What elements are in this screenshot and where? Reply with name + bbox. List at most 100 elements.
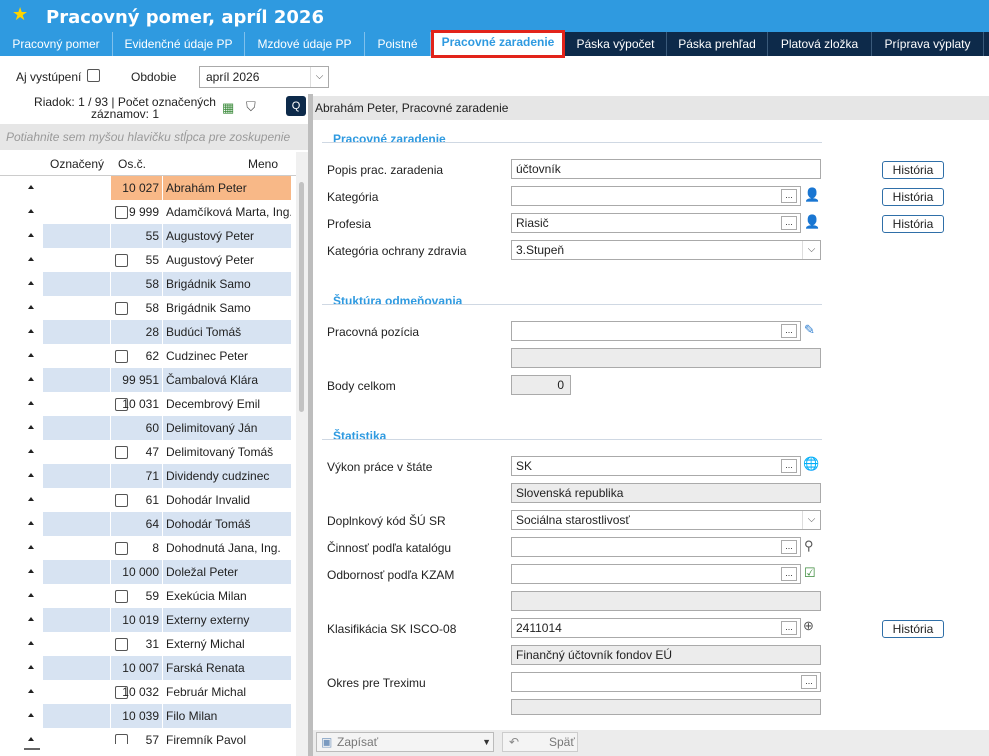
row-indicator-icon xyxy=(28,329,34,333)
grid-scrollbar[interactable] xyxy=(296,152,308,756)
table-row[interactable]: 59 Exekúcia Milan xyxy=(0,584,296,608)
cinnost-browse-button[interactable]: ... xyxy=(781,540,797,554)
vykon-browse-button[interactable]: ... xyxy=(781,459,797,473)
dropdown-arrow-icon[interactable]: ▼ xyxy=(482,733,491,751)
kategoria-browse-button[interactable]: ... xyxy=(781,189,797,203)
okres-input[interactable]: ... xyxy=(511,672,821,692)
binoculars-icon[interactable]: ⚲ xyxy=(804,538,814,554)
filter-icon[interactable]: ⛉ xyxy=(246,99,256,115)
table-row[interactable]: 8 Dohodnutá Jana, Ing. xyxy=(0,536,296,560)
table-row[interactable]: 61 Dohodár Invalid xyxy=(0,488,296,512)
table-row[interactable]: 9 999 Adamčíková Marta, Ing. xyxy=(0,200,296,224)
globe-add-icon[interactable]: ⊕ xyxy=(803,618,814,634)
table-row[interactable]: 55 Augustový Peter xyxy=(0,248,296,272)
checklist-icon[interactable]: ☑ xyxy=(804,565,816,581)
column-header-osc[interactable]: Os.č. xyxy=(118,157,146,171)
table-row[interactable]: 10 007 Farská Renata xyxy=(0,656,296,680)
table-row[interactable]: 55 Augustový Peter xyxy=(0,224,296,248)
odbornost-browse-button[interactable]: ... xyxy=(781,567,797,581)
table-row[interactable]: 60 Delimitovaný Ján xyxy=(0,416,296,440)
pozicia-browse-button[interactable]: ... xyxy=(781,324,797,338)
globe-icon[interactable]: 🌐 xyxy=(803,456,819,472)
table-row[interactable]: 28 Budúci Tomáš xyxy=(0,320,296,344)
table-row[interactable]: 62 Cudzinec Peter xyxy=(0,344,296,368)
cell-meno: Delimitovaný Ján xyxy=(163,416,291,440)
aj-vystupeni-checkbox[interactable] xyxy=(87,69,100,82)
table-row[interactable]: 10 031 Decembrový Emil xyxy=(0,392,296,416)
profesia-browse-button[interactable]: ... xyxy=(781,216,797,230)
history-button-isco[interactable]: História xyxy=(882,620,944,638)
table-row[interactable]: 31 Externý Michal xyxy=(0,632,296,656)
table-row[interactable]: 10 000 Doležal Peter xyxy=(0,560,296,584)
cell-meno: Brigádnik Samo xyxy=(166,301,251,315)
search-record-icon[interactable]: Q xyxy=(286,96,306,116)
person-add-icon[interactable]: 👤 xyxy=(804,187,820,203)
detail-header: Abrahám Peter, Pracovné zaradenie xyxy=(313,96,989,120)
edit-list-icon[interactable]: ✎ xyxy=(804,322,815,338)
column-header-oznaceny[interactable]: Označený xyxy=(50,157,104,171)
odbornost-input[interactable]: ... xyxy=(511,564,801,584)
group-by-hint[interactable]: Potiahnite sem myšou hlavičku stĺpca pre… xyxy=(0,124,308,150)
history-button-popis[interactable]: História xyxy=(882,161,944,179)
tab-evidencne-udaje[interactable]: Evidenčné údaje PP xyxy=(113,32,245,56)
table-row[interactable]: 47 Delimitovaný Tomáš xyxy=(0,440,296,464)
pozicia-label: Pracovná pozícia xyxy=(327,325,420,339)
cell-meno: Augustový Peter xyxy=(166,253,255,267)
tab-poistne[interactable]: Poistné xyxy=(365,32,431,56)
tab-pracovny-pomer[interactable]: Pracovný pomer xyxy=(0,32,113,56)
kategoria-input[interactable]: ... xyxy=(511,186,801,206)
cell-oznaceny xyxy=(43,488,128,512)
cell-oznaceny xyxy=(43,416,128,440)
row-indicator-icon xyxy=(28,305,34,309)
table-row[interactable]: 10 032 Február Michal xyxy=(0,680,296,704)
doplnkovy-select[interactable]: Sociálna starostlivosť ⌵ xyxy=(511,510,821,530)
table-row[interactable]: 71 Dividendy cudzinec xyxy=(0,464,296,488)
pozicia-description xyxy=(511,348,821,368)
table-row[interactable]: 58 Brigádnik Samo xyxy=(0,296,296,320)
row-indicator-icon xyxy=(28,521,34,525)
scrollbar-thumb[interactable] xyxy=(299,182,304,412)
pozicia-input[interactable]: ... xyxy=(511,321,801,341)
table-row[interactable]: 58 Brigádnik Samo xyxy=(0,272,296,296)
collapse-handle[interactable] xyxy=(24,748,40,750)
save-button[interactable]: ▣ Zapísať ▼ xyxy=(316,732,494,752)
cell-meno: Dohodár Invalid xyxy=(166,493,251,507)
profesia-input[interactable]: Riasič... xyxy=(511,213,801,233)
cell-osc: 10 039 xyxy=(111,704,163,728)
popis-input[interactable]: účtovník xyxy=(511,159,821,179)
okres-browse-button[interactable]: ... xyxy=(801,675,817,689)
tab-priprava-vyplaty[interactable]: Príprava výplaty xyxy=(872,32,984,56)
undo-icon: ↶ xyxy=(509,735,520,749)
vykon-input[interactable]: SK... xyxy=(511,456,801,476)
ochrana-select[interactable]: 3.Stupeň ⌵ xyxy=(511,240,821,260)
table-row[interactable]: 99 951 Čambalová Klára xyxy=(0,368,296,392)
chevron-down-icon[interactable]: ⌵ xyxy=(802,241,820,259)
tab-platova-zlozka[interactable]: Platová zložka xyxy=(768,32,872,56)
table-row[interactable]: 10 019 Externy externy xyxy=(0,608,296,632)
table-row[interactable]: 64 Dohodár Tomáš xyxy=(0,512,296,536)
tab-mzdove-udaje[interactable]: Mzdové údaje PP xyxy=(245,32,365,56)
history-button-profesia[interactable]: História xyxy=(882,215,944,233)
table-row[interactable]: 10 027 Abrahám Peter xyxy=(0,176,296,200)
history-button-kategoria[interactable]: História xyxy=(882,188,944,206)
cell-oznaceny xyxy=(43,440,128,464)
cell-oznaceny xyxy=(43,632,128,656)
row-indicator-icon xyxy=(28,689,34,693)
vykon-label: Výkon práce v štáte xyxy=(327,460,433,474)
table-row[interactable]: 10 039 Filo Milan xyxy=(0,704,296,728)
chevron-down-icon[interactable]: ⌵ xyxy=(310,67,328,87)
cinnost-input[interactable]: ... xyxy=(511,537,801,557)
column-header-meno[interactable]: Meno xyxy=(248,157,278,171)
back-button[interactable]: ↶ Späť xyxy=(502,732,578,752)
tab-pracovne-zaradenie[interactable]: Pracovné zaradenie xyxy=(431,30,565,58)
grid-export-icon[interactable]: ▦ xyxy=(222,100,234,116)
tab-paska-vypocet[interactable]: Páska výpočet xyxy=(565,32,667,56)
isco-browse-button[interactable]: ... xyxy=(781,621,797,635)
person-add-icon[interactable]: 👤 xyxy=(804,214,820,230)
favorite-star-icon[interactable]: ★ xyxy=(12,4,28,25)
chevron-down-icon[interactable]: ⌵ xyxy=(802,511,820,529)
obdobie-select[interactable]: apríl 2026 ⌵ xyxy=(199,66,329,88)
grid-rows: 10 027 Abrahám Peter 9 999 Adamčíková Marta… xyxy=(0,176,296,752)
tab-paska-prehlad[interactable]: Páska prehľad xyxy=(667,32,768,56)
isco-input[interactable]: 2411014... xyxy=(511,618,801,638)
